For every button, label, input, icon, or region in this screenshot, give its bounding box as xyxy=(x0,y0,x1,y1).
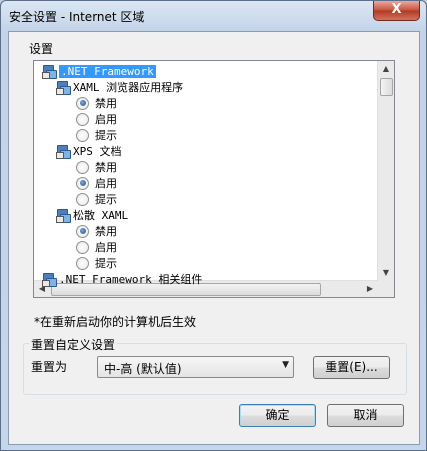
tree-item-label: 启用 xyxy=(95,241,117,254)
radio-button-icon[interactable] xyxy=(76,256,89,270)
radio-button-icon[interactable] xyxy=(76,176,89,190)
ok-button[interactable]: 确定 xyxy=(239,404,316,427)
tree-item-label: .NET Framework 相关组件 xyxy=(59,273,203,286)
settings-category-icon xyxy=(56,80,71,95)
reset-to-label: 重置为 xyxy=(31,360,68,374)
tree-item-label: 提示 xyxy=(95,193,117,206)
radio-button-icon[interactable] xyxy=(76,96,89,110)
tree-item-label: 禁用 xyxy=(95,97,117,110)
scroll-right-button[interactable]: ▶ xyxy=(362,281,378,297)
tree-radio-option[interactable]: 提示 xyxy=(76,191,117,207)
radio-button-icon[interactable] xyxy=(76,240,89,254)
close-button[interactable]: X xyxy=(373,1,420,21)
tree-item-label: XAML 浏览器应用程序 xyxy=(73,81,184,94)
tree-item-label: 提示 xyxy=(95,257,117,270)
settings-category-icon xyxy=(56,144,71,159)
tree-radio-option[interactable]: 提示 xyxy=(76,127,117,143)
reset-group-label: 重置自定义设置 xyxy=(29,336,118,353)
scroll-up-button[interactable]: ▲ xyxy=(378,61,394,77)
vertical-scroll-thumb[interactable] xyxy=(380,78,393,96)
tree-radio-option[interactable]: 禁用 xyxy=(76,95,117,111)
tree-category[interactable]: .NET Framework xyxy=(42,63,156,79)
reset-button[interactable]: 重置(E)... xyxy=(313,356,390,379)
tree-category[interactable]: XAML 浏览器应用程序 xyxy=(56,79,183,95)
title-bar: 安全设置 - Internet 区域 X xyxy=(1,1,426,31)
security-settings-window: 安全设置 - Internet 区域 X 设置 ▲ ▼ ◀ ▶ .NET Fra… xyxy=(0,0,427,451)
vertical-scrollbar[interactable]: ▲ ▼ xyxy=(377,61,394,281)
tree-radio-option[interactable]: 提示 xyxy=(76,255,117,271)
settings-group-label: 设置 xyxy=(29,42,54,56)
settings-tree[interactable]: ▲ ▼ ◀ ▶ .NET Framework XAML 浏览器应用程序 禁用 启用 提示… xyxy=(33,60,395,298)
tree-item-label: 禁用 xyxy=(95,225,117,238)
cancel-button[interactable]: 取消 xyxy=(327,404,404,427)
tree-item-label: 禁用 xyxy=(95,161,117,174)
dialog-body: 设置 ▲ ▼ ◀ ▶ .NET Framework XAML 浏览器应用程序 禁用启… xyxy=(8,31,420,445)
tree-radio-option[interactable]: 启用 xyxy=(76,239,117,255)
scroll-down-button[interactable]: ▼ xyxy=(378,265,394,281)
settings-category-icon xyxy=(56,208,71,223)
tree-radio-option[interactable]: 启用 xyxy=(76,175,117,191)
radio-button-icon[interactable] xyxy=(76,192,89,206)
radio-button-icon[interactable] xyxy=(76,112,89,126)
radio-button-icon[interactable] xyxy=(76,128,89,142)
tree-category[interactable]: .NET Framework 相关组件 xyxy=(42,271,202,287)
scroll-corner xyxy=(378,281,394,297)
radio-button-icon[interactable] xyxy=(76,224,89,238)
tree-category[interactable]: 松散 XAML xyxy=(56,207,128,223)
reset-level-select[interactable]: 中-高 (默认值) ▼ xyxy=(97,356,294,378)
cancel-button-label: 取消 xyxy=(353,408,378,422)
restart-note: *在重新启动你的计算机后生效 xyxy=(34,315,197,329)
tree-item-label: .NET Framework xyxy=(59,64,156,78)
tree-item-label: 松散 XAML xyxy=(73,209,129,222)
tree-item-label: XPS 文档 xyxy=(73,145,122,158)
window-title: 安全设置 - Internet 区域 xyxy=(9,10,145,24)
tree-item-label: 启用 xyxy=(95,177,117,190)
tree-radio-option[interactable]: 禁用 xyxy=(76,159,117,175)
close-icon: X xyxy=(391,2,402,17)
ok-button-label: 确定 xyxy=(265,408,290,422)
chevron-down-icon: ▼ xyxy=(282,360,289,370)
reset-button-label: 重置(E)... xyxy=(325,360,378,374)
tree-category[interactable]: XPS 文档 xyxy=(56,143,122,159)
tree-radio-option[interactable]: 启用 xyxy=(76,111,117,127)
radio-button-icon[interactable] xyxy=(76,160,89,174)
reset-level-value: 中-高 (默认值) xyxy=(104,362,182,376)
tree-item-label: 启用 xyxy=(95,113,117,126)
settings-category-icon xyxy=(42,272,57,287)
settings-category-icon xyxy=(42,64,57,79)
tree-radio-option[interactable]: 禁用 xyxy=(76,223,117,239)
tree-item-label: 提示 xyxy=(95,129,117,142)
